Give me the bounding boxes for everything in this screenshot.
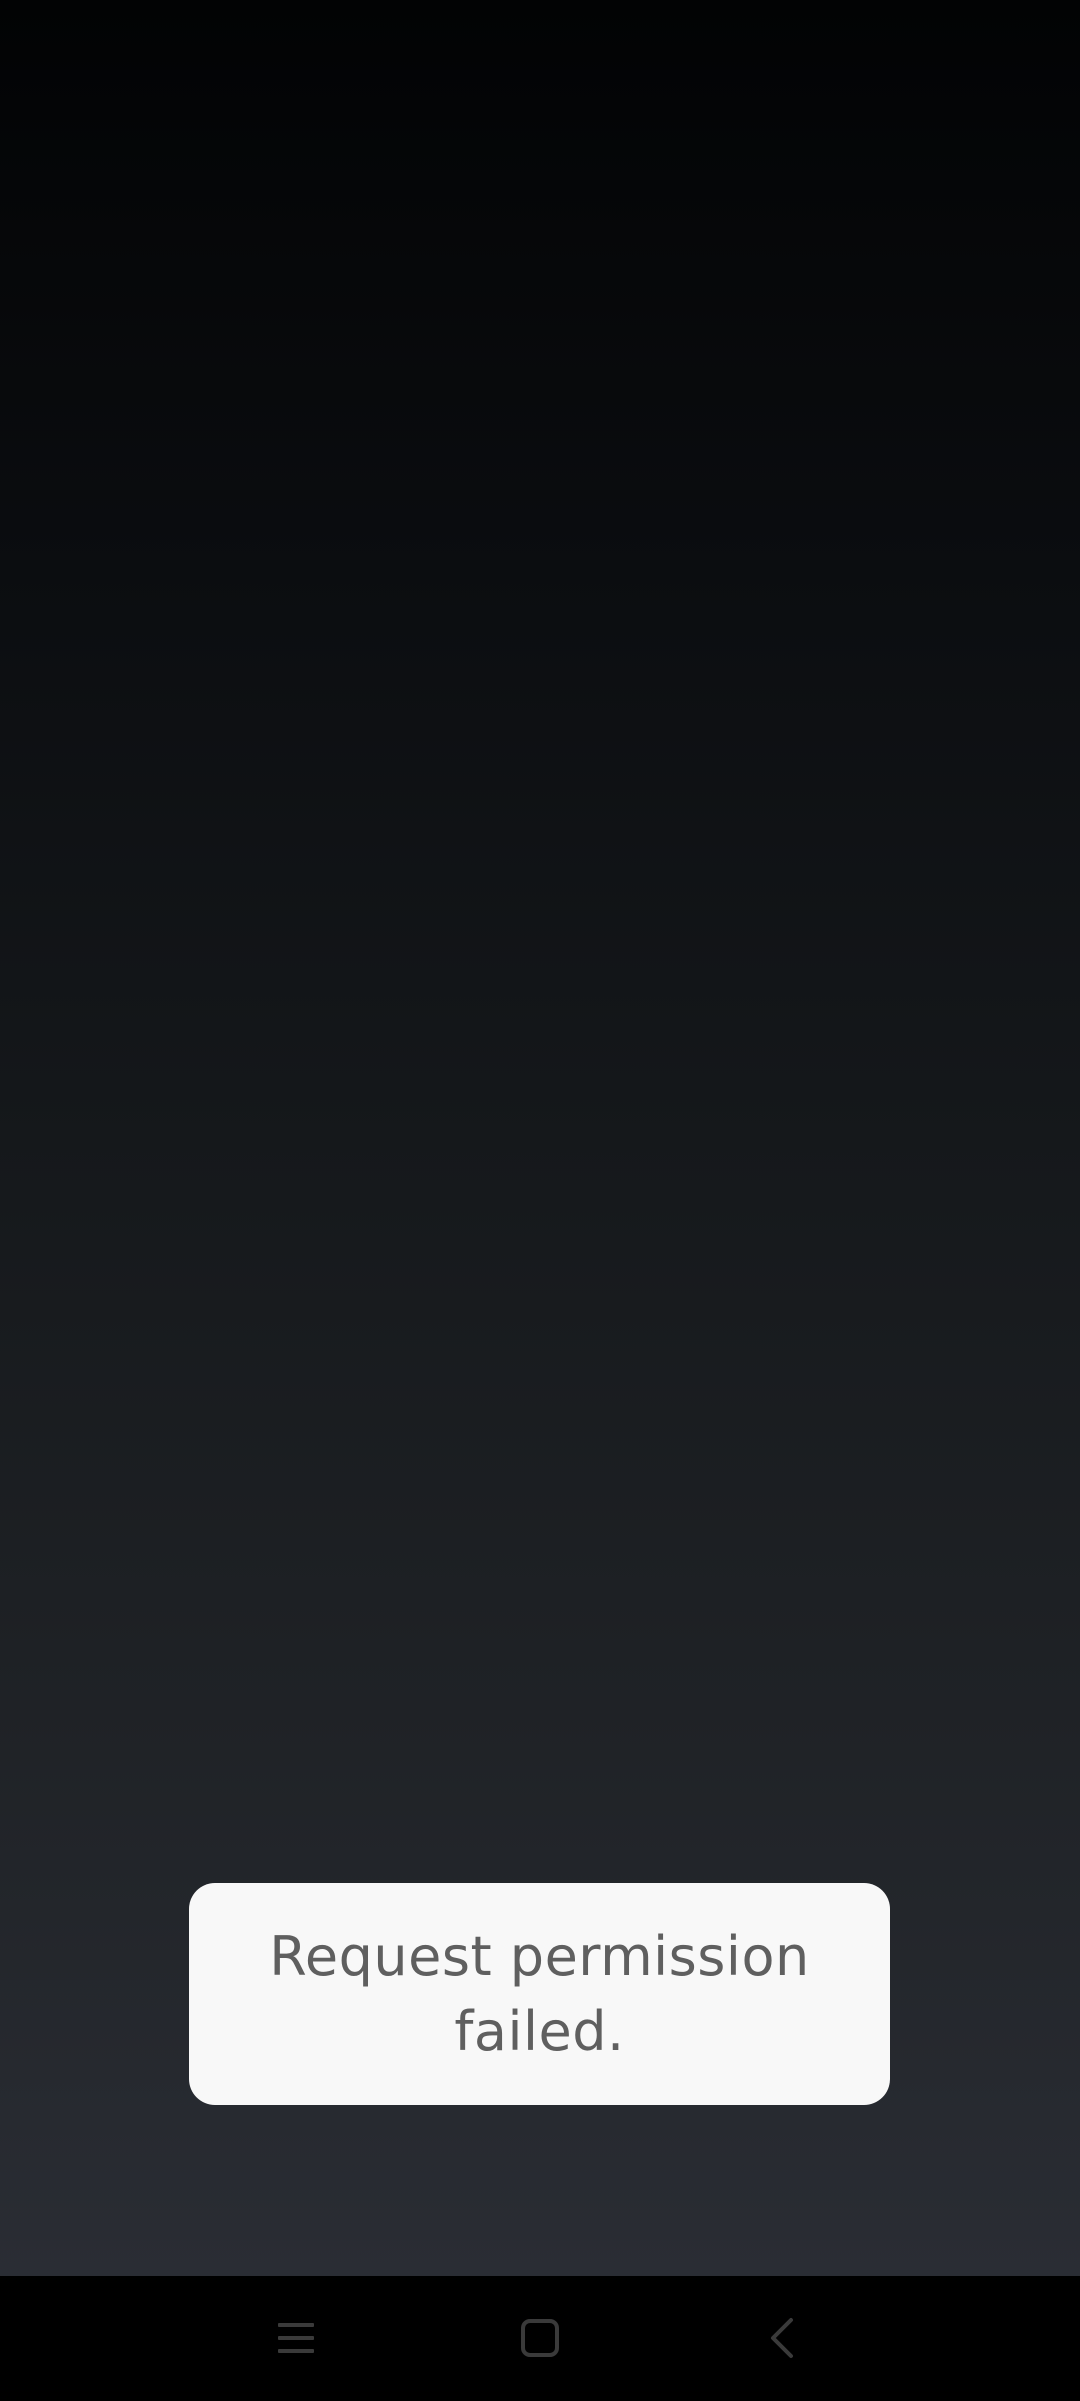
phone-screen: Request permission failed. xyxy=(0,0,1080,2401)
system-navigation-bar xyxy=(0,2276,1080,2401)
nav-back-button[interactable] xyxy=(737,2298,827,2378)
nav-menu-button[interactable] xyxy=(251,2298,341,2378)
menu-icon xyxy=(278,2323,314,2353)
home-square-icon xyxy=(521,2319,559,2357)
back-chevron-icon xyxy=(771,2318,793,2358)
nav-home-button[interactable] xyxy=(495,2298,585,2378)
toast-notification: Request permission failed. xyxy=(189,1883,890,2105)
toast-message: Request permission failed. xyxy=(269,1925,810,2063)
